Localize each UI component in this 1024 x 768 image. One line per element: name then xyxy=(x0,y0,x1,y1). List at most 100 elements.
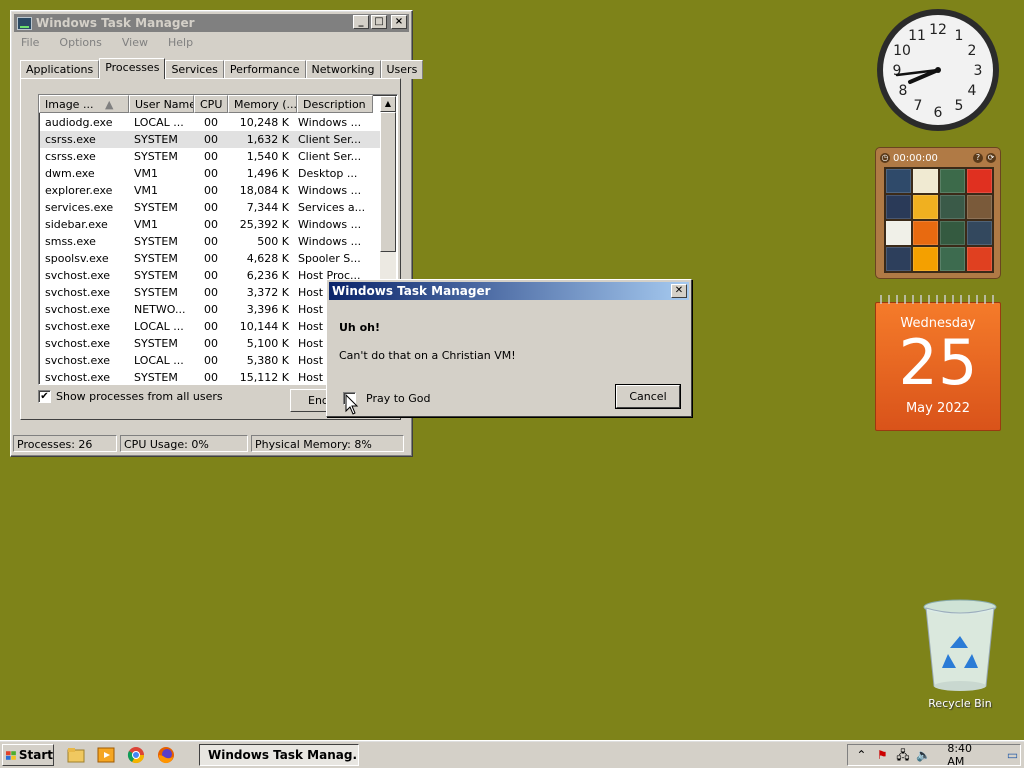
tab-networking[interactable]: Networking xyxy=(305,60,381,79)
puzzle-tile[interactable] xyxy=(967,221,992,245)
show-all-label: Show processes from all users xyxy=(56,390,223,403)
close-button[interactable]: × xyxy=(391,15,407,29)
column-description[interactable]: Description xyxy=(297,95,373,113)
cell-cpu: 00 xyxy=(204,133,218,146)
maximize-button[interactable]: □ xyxy=(371,15,387,29)
column-image[interactable]: Image ... ▲ xyxy=(39,95,129,113)
cell-cpu: 00 xyxy=(204,286,218,299)
cell-memory: 5,380 K xyxy=(246,354,289,367)
help-icon[interactable]: ? xyxy=(973,153,983,163)
start-button[interactable]: Start xyxy=(2,744,54,766)
clock-gadget[interactable]: 12 12 345 678 91011 xyxy=(875,7,1001,133)
svg-text:1: 1 xyxy=(955,28,964,44)
menu-view[interactable]: View xyxy=(112,36,158,49)
puzzle-tile[interactable] xyxy=(940,169,965,193)
svg-text:3: 3 xyxy=(974,63,983,79)
puzzle-tile[interactable] xyxy=(967,169,992,193)
puzzle-tile[interactable] xyxy=(886,247,911,271)
chrome-icon[interactable] xyxy=(126,746,146,764)
puzzle-tile[interactable] xyxy=(913,195,938,219)
table-row[interactable]: spoolsv.exe SYSTEM 00 4,628 K Spooler S... xyxy=(40,250,380,267)
cell-cpu: 00 xyxy=(204,167,218,180)
dialog-titlebar[interactable]: Windows Task Manager ✕ xyxy=(329,282,689,300)
folder-icon[interactable] xyxy=(66,746,86,764)
cell-description: Windows ... xyxy=(298,218,362,231)
puzzle-tile[interactable] xyxy=(940,247,965,271)
cell-user-name: VM1 xyxy=(134,184,159,197)
column-cpu[interactable]: CPU xyxy=(194,95,228,113)
puzzle-tile[interactable] xyxy=(886,195,911,219)
picture-puzzle-gadget[interactable]: ◷ 00:00:00 ? ⟳ xyxy=(875,147,1001,279)
tab-performance[interactable]: Performance xyxy=(223,60,306,79)
tab-services[interactable]: Services xyxy=(165,60,224,79)
clock-time[interactable]: 8:40 AM xyxy=(947,742,989,768)
puzzle-tile[interactable] xyxy=(940,195,965,219)
menu-help[interactable]: Help xyxy=(158,36,203,49)
cell-memory: 500 K xyxy=(257,235,289,248)
cell-user-name: SYSTEM xyxy=(134,269,178,282)
show-hidden-icons-icon[interactable]: ⌃ xyxy=(854,747,869,763)
puzzle-tile[interactable] xyxy=(967,195,992,219)
recycle-bin[interactable]: Recycle Bin xyxy=(920,598,1000,710)
tab-applications[interactable]: Applications xyxy=(20,60,100,79)
scroll-up-icon[interactable]: ▲ xyxy=(380,96,396,112)
cell-user-name: LOCAL ... xyxy=(134,320,184,333)
system-tray: ⌃ ⚑ 🖧 🔈 8:40 AM ▭ xyxy=(847,742,1021,768)
media-player-icon[interactable] xyxy=(96,746,116,764)
table-row[interactable]: sidebar.exe VM1 00 25,392 K Windows ... xyxy=(40,216,380,233)
minimize-button[interactable]: _ xyxy=(353,15,369,29)
cell-user-name: SYSTEM xyxy=(134,201,178,214)
volume-icon[interactable]: 🔈 xyxy=(916,747,931,763)
column-user-name[interactable]: User Name xyxy=(129,95,194,113)
cell-memory: 25,392 K xyxy=(239,218,289,231)
tab-processes[interactable]: Processes xyxy=(99,58,166,79)
menu-file[interactable]: File xyxy=(19,36,49,49)
task-manager-titlebar[interactable]: Windows Task Manager _ □ × xyxy=(14,14,409,32)
quick-launch xyxy=(66,746,176,764)
puzzle-tile[interactable] xyxy=(886,169,911,193)
show-all-checkbox[interactable]: ✔ xyxy=(38,390,51,403)
action-center-icon[interactable]: ⚑ xyxy=(875,747,890,763)
table-row[interactable]: dwm.exe VM1 00 1,496 K Desktop ... xyxy=(40,165,380,182)
sort-ascending-icon: ▲ xyxy=(104,98,114,111)
table-row[interactable]: csrss.exe SYSTEM 00 1,540 K Client Ser... xyxy=(40,148,380,165)
firefox-icon[interactable] xyxy=(156,746,176,764)
puzzle-tile[interactable] xyxy=(886,221,911,245)
network-icon[interactable]: 🖧 xyxy=(896,747,911,763)
puzzle-grid[interactable] xyxy=(884,167,994,273)
table-row[interactable]: services.exe SYSTEM 00 7,344 K Services a... xyxy=(40,199,380,216)
puzzle-tile[interactable] xyxy=(940,221,965,245)
calendar-day: 25 xyxy=(898,326,978,399)
puzzle-tile[interactable] xyxy=(913,221,938,245)
taskbar-task-manager-button[interactable]: Windows Task Manag... xyxy=(199,744,359,766)
task-manager-icon xyxy=(17,16,32,30)
svg-text:8: 8 xyxy=(899,83,908,99)
dialog-heading: Uh oh! xyxy=(339,321,380,334)
menu-options[interactable]: Options xyxy=(49,36,111,49)
calendar-gadget[interactable]: Wednesday 25 May 2022 xyxy=(875,292,1001,431)
scrollbar-thumb[interactable] xyxy=(380,112,396,252)
cell-image-name: services.exe xyxy=(45,201,114,214)
table-row[interactable]: audiodg.exe LOCAL ... 00 10,248 K Windows ..… xyxy=(40,114,380,131)
shuffle-icon[interactable]: ⟳ xyxy=(986,153,996,163)
show-desktop-icon[interactable]: ▭ xyxy=(1005,747,1020,763)
cancel-button[interactable]: Cancel xyxy=(616,385,680,408)
dialog-close-button[interactable]: ✕ xyxy=(671,284,687,298)
process-list-header: Image ... ▲ User Name CPU Memory (... De… xyxy=(39,95,397,113)
table-row[interactable]: csrss.exe SYSTEM 00 1,632 K Client Ser... xyxy=(40,131,380,148)
puzzle-tile[interactable] xyxy=(913,247,938,271)
menu-bar: File Options View Help xyxy=(19,36,203,49)
column-memory[interactable]: Memory (... xyxy=(228,95,297,113)
table-row[interactable]: explorer.exe VM1 00 18,084 K Windows ... xyxy=(40,182,380,199)
puzzle-tile[interactable] xyxy=(913,169,938,193)
warning-dialog[interactable]: Windows Task Manager ✕ Uh oh! Can't do t… xyxy=(326,279,692,417)
cell-user-name: VM1 xyxy=(134,218,159,231)
cell-user-name: SYSTEM xyxy=(134,337,178,350)
show-all-processes[interactable]: ✔ Show processes from all users xyxy=(38,390,223,403)
recycle-bin-icon xyxy=(923,599,997,691)
cell-cpu: 00 xyxy=(204,320,218,333)
table-row[interactable]: smss.exe SYSTEM 00 500 K Windows ... xyxy=(40,233,380,250)
puzzle-tile[interactable] xyxy=(967,247,992,271)
cell-image-name: audiodg.exe xyxy=(45,116,113,129)
tab-users[interactable]: Users xyxy=(380,60,424,79)
